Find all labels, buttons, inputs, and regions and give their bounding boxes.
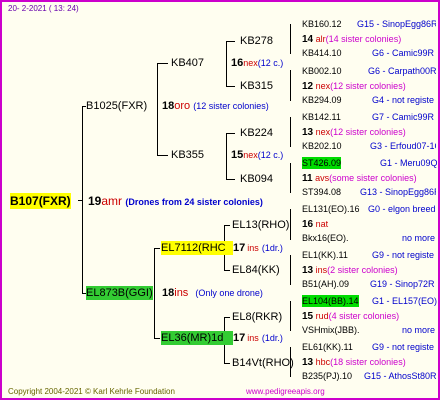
gen4-source: no more — [402, 325, 436, 335]
gen4-source: G1 - Meru09Q — [380, 158, 438, 168]
gen4-source: G6 - Carpath00R — [368, 66, 436, 76]
gen4-queen[interactable]: EL61(KK).11 — [302, 341, 353, 353]
gen3-queen[interactable]: B14Vt(RHO) — [232, 356, 294, 370]
gen4-source: G19 - Sinop72R — [370, 279, 435, 289]
gen1-queen[interactable]: B1025(FXR) — [86, 99, 147, 113]
gen4-info: 16 nat — [302, 219, 329, 230]
gen4-queen[interactable]: KB294.09 — [302, 94, 342, 106]
gen4-source: G15 - AthosSt80R — [364, 371, 436, 381]
gen4-info: 13 hbc(18 sister colonies) — [302, 357, 406, 368]
gen4-queen[interactable]: B51(AH).09 — [302, 278, 349, 290]
root-info: 19amr (Drones from 24 sister colonies) — [88, 193, 263, 210]
gen2-queen[interactable]: KB355 — [171, 148, 204, 162]
gen4-queen[interactable]: EL131(EO).16 — [302, 203, 360, 215]
connector-line — [154, 248, 160, 249]
gen2-queen[interactable]: EL36(MR)1d — [161, 331, 233, 345]
gen2-info: 16nex(12 c.) — [231, 57, 284, 69]
gen3-queen[interactable]: EL84(KK) — [232, 263, 280, 277]
connector-line — [226, 41, 227, 86]
gen4-source: G0 - elgon breed — [368, 204, 436, 214]
gen3-queen[interactable]: KB315 — [240, 79, 273, 93]
gen4-source: G7 - Camic99R — [372, 112, 435, 122]
gen4-queen[interactable]: EL1(KK).11 — [302, 249, 348, 261]
gen3-queen[interactable]: EL8(RKR) — [232, 310, 282, 324]
connector-line — [290, 70, 291, 101]
gen4-queen[interactable]: KB414.10 — [302, 47, 342, 59]
gen3-queen[interactable]: EL13(RHO) — [232, 218, 289, 232]
footer-url[interactable]: www.pedigreeapis.org — [246, 386, 325, 398]
gen4-info: 11 avs(some sister colonies) — [302, 173, 417, 184]
gen4-info: 13 nex(12 sister colonies) — [302, 127, 406, 138]
root-breeder: amr — [101, 194, 123, 208]
gen4-queen[interactable]: Bkx16(EO). — [302, 232, 349, 244]
connector-line — [224, 363, 230, 364]
connector-line — [290, 209, 291, 240]
gen4-info: 15 rud(4 sister colonies) — [302, 311, 400, 322]
connector-line — [157, 63, 158, 155]
connector-line — [290, 24, 291, 54]
gen4-source: G3 - Erfoud07-1Q — [370, 141, 436, 151]
gen4-source: G13 - SinopEgg86R — [360, 187, 436, 197]
connector-line — [226, 41, 235, 42]
gen4-source: G9 - not registe — [372, 342, 435, 352]
connector-line — [226, 86, 235, 87]
connector-line — [290, 163, 291, 193]
gen4-info: 14 alr(14 sister colonies) — [302, 34, 402, 45]
gen4-source: G4 - not registe — [372, 95, 435, 105]
connector-line — [226, 179, 235, 180]
gen1-info: 18ins (Only one drone) — [162, 287, 263, 299]
gen4-source: G15 - SinopEgg86R — [357, 19, 436, 29]
connector-line — [226, 133, 235, 134]
connector-line — [226, 133, 227, 179]
gen4-queen[interactable]: KB002.10 — [302, 65, 342, 77]
gen4-info: 13 ins(2 sister colonies) — [302, 265, 398, 276]
gen4-source: G6 - Camic99R — [372, 48, 435, 58]
root-queen[interactable]: B107(FXR) — [10, 193, 71, 209]
connector-line — [290, 117, 291, 147]
connector-line — [224, 270, 230, 271]
gen2-info: 15nex(12 c.) — [231, 149, 284, 161]
gen3-queen[interactable]: KB094 — [240, 172, 273, 186]
gen4-source: G9 - not registe — [372, 250, 435, 260]
gen1-queen[interactable]: EL873B(GGI) — [86, 286, 153, 300]
gen2-queen[interactable]: KB407 — [171, 56, 204, 70]
connector-line — [154, 338, 160, 339]
gen4-info: 12 nex(12 sister colonies) — [302, 81, 406, 92]
gen2-info: 17 ins (1dr.) — [233, 242, 283, 254]
gen4-queen[interactable]: VSHmix(JBB). — [302, 324, 360, 336]
connector-line — [157, 63, 168, 64]
gen4-queen[interactable]: ST394.08 — [302, 186, 341, 198]
connector-line — [157, 155, 168, 156]
root-year: 19 — [88, 194, 102, 208]
gen4-queen[interactable]: ST426.09 — [302, 157, 342, 169]
connector-line — [82, 106, 83, 294]
connector-line — [290, 255, 291, 285]
gen3-queen[interactable]: KB224 — [240, 126, 273, 140]
gen1-info: 18oro (12 sister colonies) — [162, 100, 269, 112]
gen4-queen[interactable]: B235(PJ).10 — [302, 370, 352, 382]
gen4-source: no more — [402, 233, 436, 243]
connector-line — [224, 225, 230, 226]
connector-line — [78, 200, 82, 201]
connector-line — [154, 248, 155, 338]
connector-line — [290, 301, 291, 331]
gen2-queen[interactable]: EL7112(RHC — [161, 241, 233, 255]
gen4-queen[interactable]: KB202.10 — [302, 140, 342, 152]
connector-line — [224, 317, 230, 318]
header-date: 20- 2-2021 ( 13: 24) — [8, 4, 79, 13]
gen2-info: 17 ins (1dr.) — [233, 332, 283, 344]
pedigree-chart: 20- 2-2021 ( 13: 24) B107(FXR) 19amr (Dr… — [0, 0, 440, 400]
gen4-queen[interactable]: EL104(BB).14 — [302, 295, 359, 307]
gen4-queen[interactable]: KB160.12 — [302, 18, 342, 30]
gen3-queen[interactable]: KB278 — [240, 34, 273, 48]
gen4-source: G1 - EL157(EO) — [372, 296, 438, 306]
footer-copyright: Copyright 2004-2021 © Karl Kehrle Founda… — [8, 387, 175, 396]
root-note: (Drones from 24 sister colonies) — [125, 197, 263, 207]
gen4-queen[interactable]: KB142.11 — [302, 111, 341, 123]
